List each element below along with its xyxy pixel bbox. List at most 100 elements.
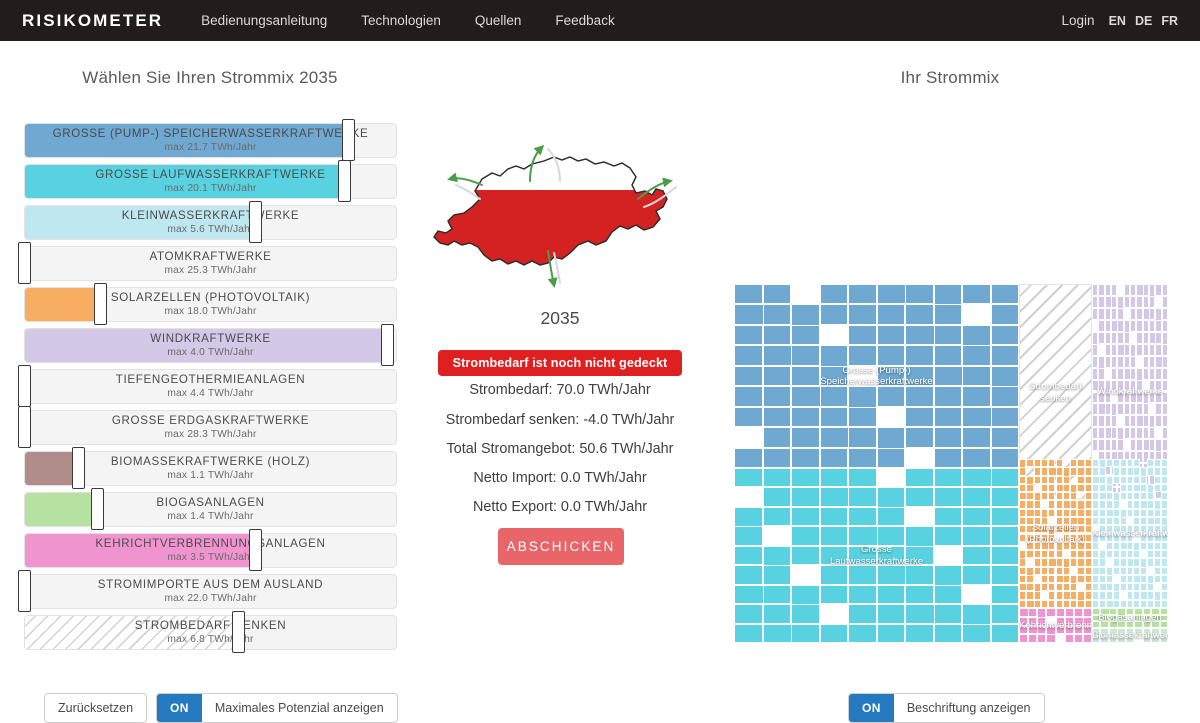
treemap-cell (1064, 608, 1074, 617)
treemap-cell (990, 386, 1019, 407)
treemap-cell (1084, 492, 1092, 501)
slider-track[interactable] (24, 533, 397, 568)
treemap-block[interactable]: Solarzellen (Photovoltaik) (1019, 459, 1092, 608)
slider-row[interactable]: Stromimporte aus dem Ausland max 22.0 TWh… (0, 570, 420, 612)
slider-row[interactable]: Kleinwasserkraftwerke max 5.6 TWh/Jahr (0, 201, 420, 243)
treemap-cell (905, 284, 934, 305)
treemap-cell (1161, 574, 1168, 584)
slider-track[interactable] (24, 328, 397, 363)
treemap-cell (1161, 415, 1168, 428)
treemap-cell (1161, 307, 1168, 320)
treemap-block[interactable]: Kehrichtverbrennungsanlagen (1019, 608, 1092, 643)
treemap-cell (1092, 459, 1099, 468)
lang-de[interactable]: DE (1135, 14, 1152, 28)
slider-handle[interactable] (381, 324, 395, 366)
treemap-cell (1040, 516, 1049, 526)
nav-link-quellen[interactable]: Quellen (475, 13, 522, 28)
slider-row[interactable]: Solarzellen (Photovoltaik) max 18.0 TWh/J… (0, 283, 420, 325)
treemap-cell (876, 584, 905, 605)
slider-row[interactable]: Biogasanlagen max 1.4 TWh/Jahr (0, 488, 420, 530)
slider-handle[interactable] (91, 488, 105, 530)
nav-link-technologien[interactable]: Technologien (361, 13, 441, 28)
slider-handle[interactable] (71, 447, 85, 489)
slider-track[interactable] (24, 410, 397, 445)
reset-button[interactable]: Zurücksetzen (44, 693, 148, 723)
treemap-cell (962, 487, 991, 507)
login-link[interactable]: Login (1062, 13, 1095, 28)
slider-track[interactable] (24, 205, 397, 240)
brand-logo[interactable]: RISIKOMETER (22, 11, 163, 31)
treemap-cell-grid (1092, 628, 1168, 643)
treemap-cell (1133, 550, 1141, 559)
slider-row[interactable]: Tiefengeothermieanlagen max 4.4 TWh/Jahr (0, 365, 420, 407)
slider-handle[interactable] (93, 283, 107, 325)
switzerland-map (420, 133, 700, 303)
slider-fill (25, 288, 102, 321)
slider-handle[interactable] (17, 570, 31, 612)
labels-toggle-label[interactable]: Beschriftung anzeigen (894, 694, 1044, 722)
treemap-cell (1040, 467, 1049, 476)
nav-link-bedienungsanleitung[interactable]: Bedienungsanleitung (201, 13, 327, 28)
slider-track[interactable] (24, 615, 397, 650)
treemap-cell (933, 324, 962, 346)
strommix-treemap[interactable]: Grosse (Pump-) Speicherwasserkraftwerke St… (734, 284, 1168, 643)
treemap-cell (1112, 599, 1120, 608)
slider-handle[interactable] (17, 365, 31, 407)
slider-handle[interactable] (248, 201, 262, 243)
slider-handle[interactable] (231, 611, 245, 653)
treemap-cell (1092, 500, 1099, 509)
slider-track[interactable] (24, 574, 397, 609)
slider-row[interactable]: Biomassekraftwerke (Holz) max 1.1 TWh/Jah… (0, 447, 420, 489)
lang-fr[interactable]: FR (1161, 14, 1178, 28)
slider-track[interactable] (24, 246, 397, 281)
left-controls: Zurücksetzen ON Maximales Potenzial anze… (44, 693, 398, 723)
treemap-cell (1149, 427, 1156, 440)
treemap-cell (1154, 459, 1162, 468)
slider-handle[interactable] (17, 406, 31, 448)
treemap-cell (791, 324, 820, 346)
treemap-cell (1119, 525, 1127, 534)
treemap-cell (1070, 508, 1078, 517)
slider-row[interactable]: Windkraftwerke max 4.0 TWh/Jahr (0, 324, 420, 366)
treemap-cell (1048, 566, 1056, 575)
treemap-block[interactable]: Grosse (Pump-) Speicherwasserkraftwerke (734, 284, 1019, 468)
treemap-block[interactable]: Biomassekraftwerke(Holz) (1092, 628, 1168, 643)
treemap-cell (1136, 379, 1143, 392)
slider-row[interactable]: Grosse Erdgaskraftwerke max 28.3 TWh/Jahr (0, 406, 420, 448)
lang-en[interactable]: EN (1109, 14, 1126, 28)
treemap-cell (1019, 566, 1027, 575)
treemap-cell-grid (1019, 459, 1092, 608)
nav-link-feedback[interactable]: Feedback (555, 13, 614, 28)
treemap-cell (791, 623, 820, 643)
labels-toggle-state[interactable]: ON (849, 694, 894, 722)
slider-row[interactable]: Kehrichtverbrennungsanlagen max 3.5 TWh/J… (0, 529, 420, 571)
slider-handle[interactable] (17, 242, 31, 284)
treemap-cell (1092, 574, 1099, 584)
slider-row[interactable]: Strombedarf senken max 6.8 TWh/Jahr (0, 611, 420, 653)
treemap-cell (1073, 608, 1083, 617)
max-potential-toggle[interactable]: ON Maximales Potenzial anzeigen (156, 693, 398, 723)
treemap-block[interactable]: Grosse Laufwasserkraftwerke (734, 468, 1019, 643)
treemap-cell (1048, 475, 1056, 484)
slider-row[interactable]: Atomkraftwerke max 25.3 TWh/Jahr (0, 242, 420, 284)
labels-toggle[interactable]: ON Beschriftung anzeigen (848, 693, 1045, 723)
treemap-cell (1161, 467, 1168, 476)
slider-handle[interactable] (342, 119, 355, 161)
slider-handle[interactable] (248, 529, 262, 571)
slider-fill (25, 165, 345, 198)
slider-row[interactable]: Grosse (Pump-) Speicherwasserkraftwerke m… (0, 119, 420, 161)
treemap-block[interactable]: Kleinwasserkraftwerke (1092, 459, 1168, 608)
slider-handle[interactable] (338, 160, 352, 202)
treemap-cell (1140, 583, 1148, 592)
slider-track[interactable] (24, 369, 397, 404)
treemap-cell (1048, 533, 1056, 542)
max-potential-toggle-label[interactable]: Maximales Potenzial anzeigen (202, 694, 397, 722)
slider-track[interactable] (24, 287, 397, 322)
treemap-cell (819, 584, 848, 605)
max-potential-toggle-state[interactable]: ON (157, 694, 202, 722)
slider-row[interactable]: Grosse Laufwasserkraftwerke max 20.1 TWh/… (0, 160, 420, 202)
submit-button[interactable]: ABSCHICKEN (498, 528, 624, 565)
treemap-cell (762, 304, 791, 325)
slider-track[interactable] (24, 492, 397, 527)
treemap-block[interactable]: Biogasanlagen (1092, 608, 1168, 628)
